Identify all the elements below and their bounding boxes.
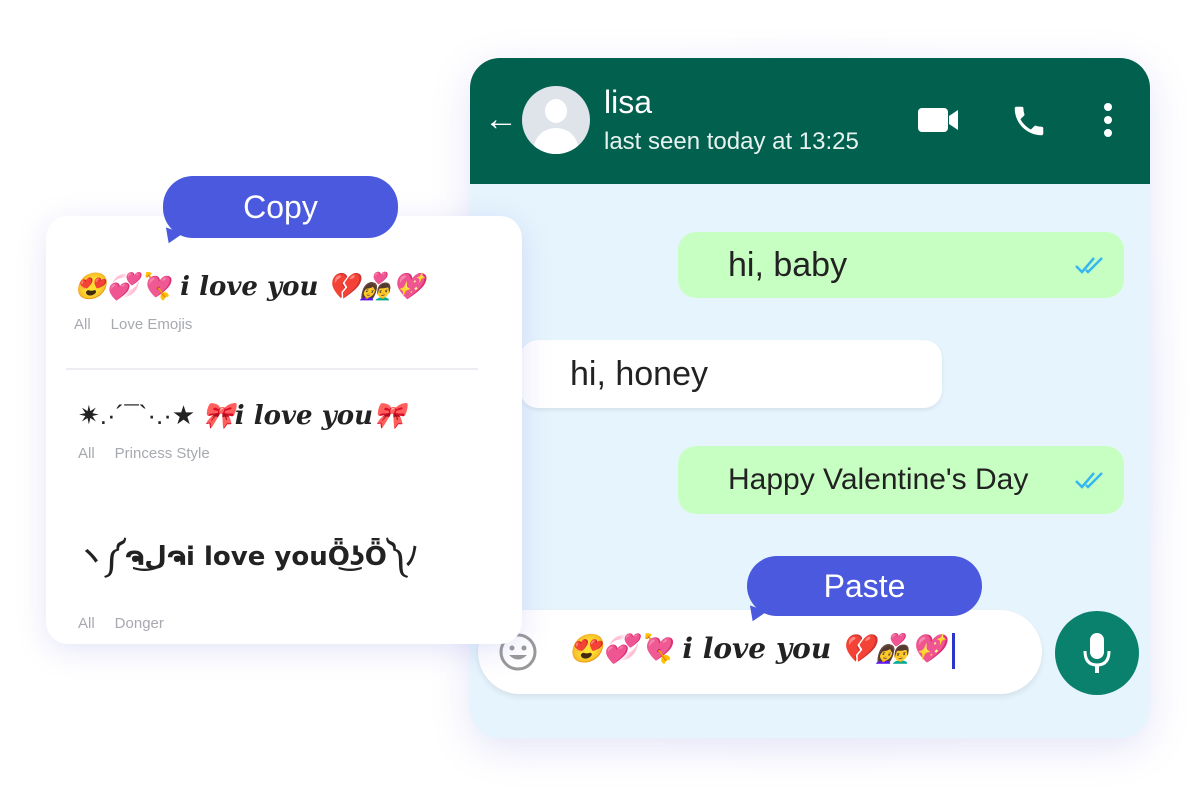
double-check-icon <box>1075 472 1103 489</box>
chat-header: ← lisa last seen today at 13:25 <box>470 58 1150 184</box>
last-seen-status: last seen today at 13:25 <box>604 128 859 155</box>
more-vertical-icon[interactable] <box>1100 102 1116 138</box>
contact-name: lisa <box>604 84 653 120</box>
message-text: Happy Valentine's Day <box>728 463 1029 496</box>
phone-icon[interactable] <box>1010 102 1048 140</box>
tag-all[interactable]: All <box>74 316 91 333</box>
tag-category[interactable]: Donger <box>115 615 164 632</box>
message-outgoing[interactable]: hi, baby <box>678 232 1124 298</box>
style-item-princess[interactable]: ✷.·´¯`·.·★ 🎀i love you🎀 All Princess Styl… <box>78 400 554 462</box>
avatar[interactable] <box>522 86 590 154</box>
text-caret <box>951 632 955 669</box>
message-text: hi, honey <box>570 354 708 393</box>
tag-all[interactable]: All <box>78 615 95 632</box>
double-check-icon <box>1075 257 1103 274</box>
video-camera-icon[interactable] <box>918 106 960 134</box>
style-prefix: ✷.·´¯`·.·★ <box>78 400 203 430</box>
tag-category[interactable]: Love Emojis <box>111 316 193 333</box>
tag-all[interactable]: All <box>78 445 95 462</box>
divider <box>66 368 478 370</box>
input-value: 😍💞💘 i love you 💔👩‍❤️‍👨💖 <box>568 632 955 669</box>
paste-callout: Paste <box>747 556 982 616</box>
style-text: 🎀i love you🎀 <box>202 401 406 431</box>
tag-category[interactable]: Princess Style <box>115 445 210 462</box>
style-item-love-emojis[interactable]: 😍💞💘 i love you 💔👩‍❤️‍👨💖 All Love Emojis <box>74 272 550 333</box>
style-text: 😍💞💘 i love you 💔👩‍❤️‍👨💖 <box>74 272 425 302</box>
message-outgoing[interactable]: Happy Valentine's Day <box>678 446 1124 514</box>
style-text: ヽ༼ຈل͜ຈi love youȪ͜ʖȪ༽ﾉ <box>78 542 419 572</box>
microphone-icon <box>1083 633 1111 673</box>
microphone-button[interactable] <box>1055 611 1139 695</box>
chat-window: ← lisa last seen today at 13:25 hi, baby… <box>470 58 1150 738</box>
copy-callout: Copy <box>163 176 398 238</box>
back-arrow-icon[interactable]: ← <box>484 100 518 139</box>
style-item-donger[interactable]: ヽ༼ຈل͜ຈi love youȪ͜ʖȪ༽ﾉ All Donger <box>78 528 554 632</box>
copy-panel: 😍💞💘 i love you 💔👩‍❤️‍👨💖 All Love Emojis ✷… <box>46 216 522 644</box>
message-incoming[interactable]: hi, honey <box>520 340 942 408</box>
message-text: hi, baby <box>728 245 848 284</box>
